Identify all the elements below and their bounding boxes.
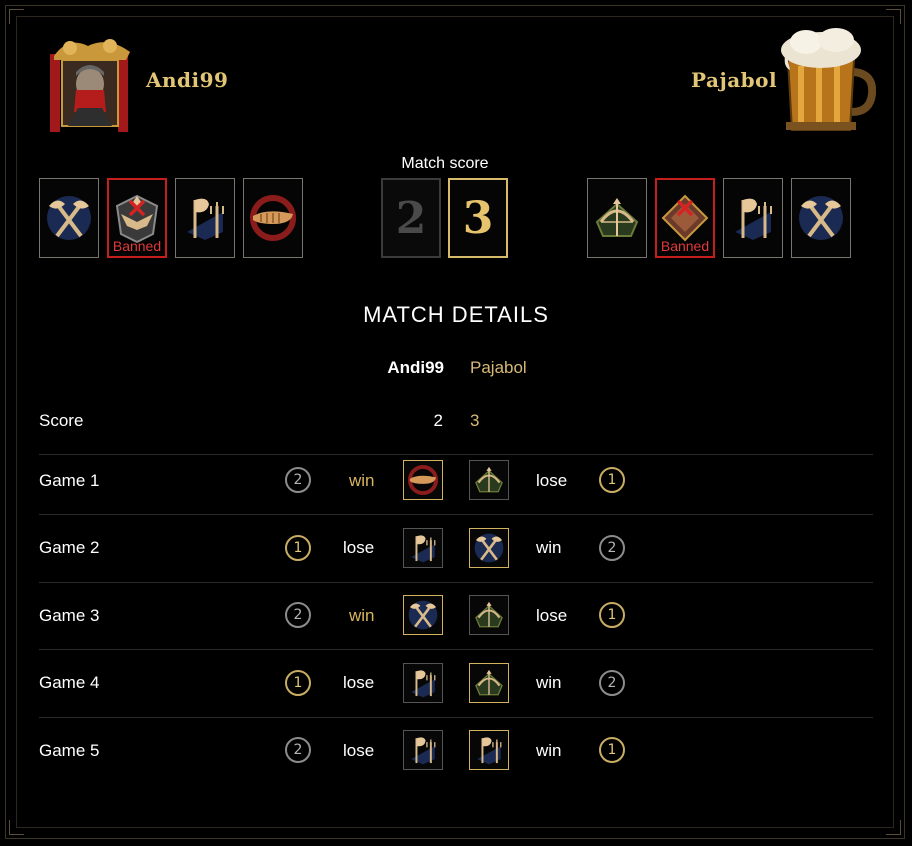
left-coin-badge: 2: [285, 602, 311, 628]
right-player-avatar[interactable]: [776, 22, 876, 134]
right-result: win: [536, 740, 562, 760]
right-result: win: [536, 673, 562, 692]
flag-trident-icon: [187, 198, 224, 240]
bow-arrow-icon: [475, 669, 503, 695]
game-label: Game 4: [39, 673, 100, 692]
game-row: Game 1 2 win lose 1: [39, 447, 873, 515]
game-label: Game 1: [39, 470, 100, 490]
left-game-civ[interactable]: [403, 730, 443, 770]
right-game-civ[interactable]: [469, 527, 509, 568]
left-civ-1[interactable]: [39, 178, 99, 258]
game-row: Game 5 2 lose win 1: [39, 717, 873, 784]
left-player-name[interactable]: Andi99: [146, 68, 228, 92]
frame-corner: [9, 820, 24, 835]
left-result: win: [349, 470, 375, 490]
left-coin-badge: 1: [285, 669, 311, 696]
left-coin-badge: 1: [285, 534, 311, 561]
score-row-label: Score: [39, 410, 84, 430]
left-coin-badge: 2: [285, 737, 311, 763]
flag-trident-icon: [477, 737, 502, 765]
bow-arrow-icon: [595, 198, 639, 237]
right-coin-badge: 1: [599, 737, 625, 763]
left-match-score: 2: [381, 178, 441, 258]
match-details-title: MATCH DETAILS: [363, 302, 549, 327]
left-civ-2-banned[interactable]: ✕ Banned: [107, 178, 167, 258]
right-civ-4[interactable]: [791, 178, 851, 258]
left-game-civ[interactable]: [403, 527, 443, 568]
game-row: Game 3 2 win lose 1: [39, 582, 873, 650]
left-game-civ[interactable]: [403, 595, 443, 635]
flag-trident-icon: [411, 737, 436, 765]
game-row: Game 4 1 lose win 2: [39, 650, 873, 718]
right-coin-badge: 1: [599, 467, 625, 493]
horn-icon: [250, 195, 296, 241]
score-row-right-value: 3: [470, 410, 480, 430]
frame-corner: [9, 9, 24, 24]
crossed-axes-icon: [474, 533, 504, 562]
banned-x-icon: ✕: [126, 193, 148, 224]
crossed-axes-icon: [408, 600, 438, 630]
right-civ-picks: ✕ Banned: [587, 178, 851, 258]
game-label: Game 2: [39, 538, 100, 557]
banned-x-icon: ✕: [674, 193, 696, 224]
right-match-score: 3: [448, 178, 508, 258]
flag-trident-icon: [735, 198, 772, 240]
left-coin-badge: 2: [285, 467, 311, 493]
details-header-right-player: Pajabol: [470, 358, 527, 377]
left-game-civ[interactable]: [403, 662, 443, 703]
flag-trident-icon: [411, 669, 436, 697]
right-player-name[interactable]: Pajabol: [691, 68, 777, 92]
left-result: lose: [343, 538, 375, 557]
bow-arrow-icon: [475, 466, 503, 493]
right-result: lose: [536, 470, 568, 490]
left-player-avatar[interactable]: [48, 36, 136, 136]
banned-label: Banned: [112, 238, 162, 254]
match-score-label: Match score: [401, 155, 489, 172]
horn-icon: [407, 464, 439, 496]
right-game-civ[interactable]: [469, 595, 509, 635]
score-row-left-value: 2: [433, 410, 443, 430]
right-civ-3[interactable]: [723, 178, 783, 258]
left-game-civ[interactable]: [403, 460, 443, 500]
right-coin-badge: 2: [599, 669, 625, 696]
frame-corner: [886, 9, 901, 24]
left-civ-3[interactable]: [175, 178, 235, 258]
left-result: win: [349, 605, 375, 625]
frame-corner: [886, 820, 901, 835]
left-civ-4[interactable]: [243, 178, 303, 258]
left-result: lose: [343, 740, 375, 760]
right-result: win: [536, 538, 562, 557]
game-label: Game 5: [39, 740, 100, 760]
left-civ-picks: ✕ Banned: [39, 178, 303, 258]
right-coin-badge: 1: [599, 602, 625, 628]
flag-trident-icon: [411, 534, 436, 562]
right-game-civ[interactable]: [469, 460, 509, 500]
right-civ-1[interactable]: [587, 178, 647, 258]
banned-label: Banned: [660, 238, 710, 254]
right-game-civ[interactable]: [469, 730, 509, 770]
right-coin-badge: 2: [599, 534, 625, 561]
right-game-civ[interactable]: [469, 662, 509, 703]
left-result: lose: [343, 673, 375, 692]
crossed-axes-icon: [47, 196, 91, 240]
details-header-left-player: Andi99: [387, 358, 444, 377]
right-result: lose: [536, 605, 568, 625]
bow-arrow-icon: [475, 601, 503, 628]
right-civ-2-banned[interactable]: ✕ Banned: [655, 178, 715, 258]
game-label: Game 3: [39, 605, 100, 625]
crossed-axes-icon: [799, 196, 843, 240]
score-row: Score 2 3: [39, 387, 873, 455]
game-row: Game 2 1 lose win 2: [39, 515, 873, 583]
